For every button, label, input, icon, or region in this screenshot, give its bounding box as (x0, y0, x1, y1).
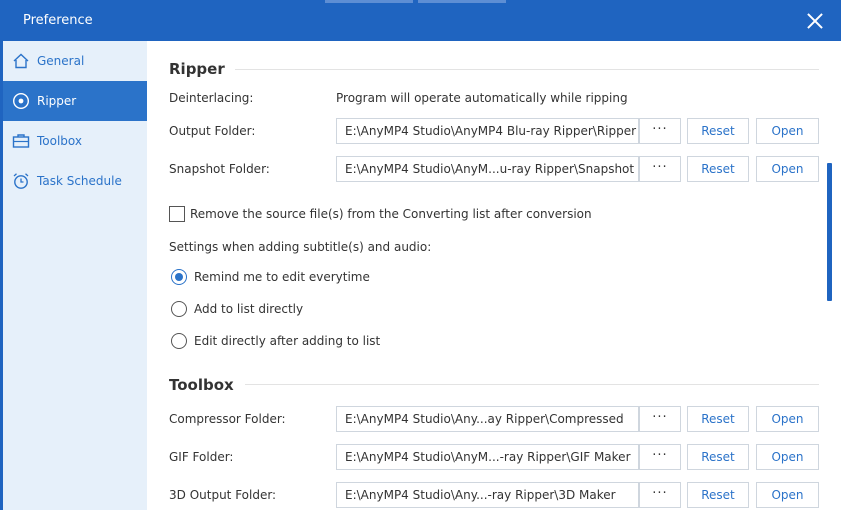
subtitle-settings-label: Settings when adding subtitle(s) and aud… (169, 240, 432, 254)
sidebar-item-label: Ripper (37, 94, 77, 108)
radio-edit-after-adding-label: Edit directly after adding to list (194, 334, 381, 348)
gif-folder-path[interactable]: E:\AnyMP4 Studio\AnyM...-ray Ripper\GIF … (336, 444, 639, 470)
output-folder-path[interactable]: E:\AnyMP4 Studio\AnyMP4 Blu-ray Ripper\R… (336, 118, 639, 144)
sidebar: General Ripper Toolbox Task Schedule (0, 41, 147, 510)
3d-output-folder-browse-button[interactable]: ··· (639, 482, 681, 508)
gif-folder-browse-button[interactable]: ··· (639, 444, 681, 470)
3d-output-folder-label: 3D Output Folder: (169, 488, 277, 502)
radio-add-directly-label: Add to list directly (194, 302, 304, 316)
background-window-strip (325, 0, 413, 3)
vertical-scrollbar[interactable] (827, 163, 832, 301)
snapshot-folder-browse-button[interactable]: ··· (639, 156, 681, 182)
home-icon (11, 51, 31, 71)
remove-source-label: Remove the source file(s) from the Conve… (190, 207, 592, 221)
snapshot-folder-open-button[interactable]: Open (756, 156, 819, 182)
background-window-strip (418, 0, 506, 3)
deinterlacing-label: Deinterlacing: (169, 91, 254, 105)
remove-source-checkbox[interactable] (169, 206, 185, 222)
radio-remind-me[interactable] (171, 269, 187, 285)
radio-edit-after-adding[interactable] (171, 333, 187, 349)
sidebar-item-task-schedule[interactable]: Task Schedule (3, 161, 147, 201)
compressor-folder-label: Compressor Folder: (169, 412, 286, 426)
radio-add-directly[interactable] (171, 301, 187, 317)
toolbox-icon (11, 131, 31, 151)
output-folder-reset-button[interactable]: Reset (687, 118, 749, 144)
section-divider (235, 69, 819, 70)
snapshot-folder-label: Snapshot Folder: (169, 162, 270, 176)
section-title-toolbox: Toolbox (169, 376, 234, 394)
compressor-folder-browse-button[interactable]: ··· (639, 406, 681, 432)
gif-folder-reset-button[interactable]: Reset (687, 444, 749, 470)
output-folder-open-button[interactable]: Open (756, 118, 819, 144)
sidebar-item-label: Task Schedule (37, 174, 122, 188)
settings-panel: Ripper Deinterlacing: Program will opera… (147, 41, 841, 510)
sidebar-item-label: General (37, 54, 85, 68)
alarm-clock-icon (11, 171, 31, 191)
section-title-ripper: Ripper (169, 60, 225, 78)
sidebar-item-ripper[interactable]: Ripper (3, 81, 147, 121)
window-title: Preference (23, 13, 93, 28)
compressor-folder-open-button[interactable]: Open (756, 406, 819, 432)
deinterlacing-value: Program will operate automatically while… (336, 91, 628, 105)
sidebar-item-label: Toolbox (37, 134, 82, 148)
3d-output-folder-path[interactable]: E:\AnyMP4 Studio\Any...-ray Ripper\3D Ma… (336, 482, 639, 508)
close-icon[interactable] (807, 13, 823, 29)
compressor-folder-reset-button[interactable]: Reset (687, 406, 749, 432)
section-divider (245, 384, 819, 385)
3d-output-folder-reset-button[interactable]: Reset (687, 482, 749, 508)
snapshot-folder-path[interactable]: E:\AnyMP4 Studio\AnyM...u-ray Ripper\Sna… (336, 156, 639, 182)
sidebar-item-general[interactable]: General (3, 41, 147, 81)
snapshot-folder-reset-button[interactable]: Reset (687, 156, 749, 182)
output-folder-browse-button[interactable]: ··· (639, 118, 681, 144)
title-bar: Preference (0, 0, 841, 41)
output-folder-label: Output Folder: (169, 124, 256, 138)
3d-output-folder-open-button[interactable]: Open (756, 482, 819, 508)
compressor-folder-path[interactable]: E:\AnyMP4 Studio\Any...ay Ripper\Compres… (336, 406, 639, 432)
gif-folder-label: GIF Folder: (169, 450, 234, 464)
gif-folder-open-button[interactable]: Open (756, 444, 819, 470)
sidebar-item-toolbox[interactable]: Toolbox (3, 121, 147, 161)
disc-icon (11, 91, 31, 111)
radio-remind-me-label: Remind me to edit everytime (194, 270, 370, 284)
